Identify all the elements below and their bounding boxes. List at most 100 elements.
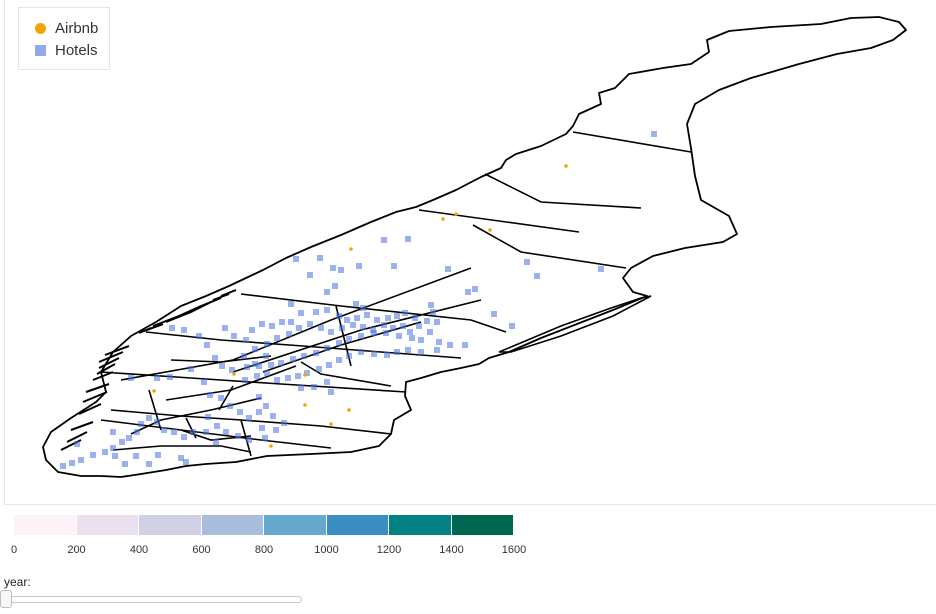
airbnb-marker[interactable] [349,247,353,251]
hotel-marker[interactable] [298,385,304,391]
hotel-marker[interactable] [244,364,250,370]
hotel-marker[interactable] [358,333,364,339]
legend-item-hotels[interactable]: Hotels [19,39,98,61]
hotel-marker[interactable] [385,315,391,321]
hotel-marker[interactable] [243,337,249,343]
hotel-marker[interactable] [353,301,359,307]
hotel-marker[interactable] [227,403,233,409]
hotel-marker[interactable] [360,324,366,330]
hotel-marker[interactable] [390,325,396,331]
airbnb-marker[interactable] [488,228,492,232]
hotel-marker[interactable] [134,429,140,435]
airbnb-marker[interactable] [269,444,273,448]
hotel-marker[interactable] [242,377,248,383]
hotel-marker[interactable] [313,350,319,356]
hotel-marker[interactable] [332,283,338,289]
hotel-marker[interactable] [524,259,530,265]
hotel-marker[interactable] [146,415,152,421]
hotel-marker[interactable] [328,329,334,335]
airbnb-marker[interactable] [441,217,445,221]
hotel-marker[interactable] [222,325,228,331]
legend-item-airbnb[interactable]: Airbnb [19,17,98,39]
hotel-marker[interactable] [259,425,265,431]
year-slider-handle[interactable] [0,590,12,608]
hotel-marker[interactable] [317,255,323,261]
hotel-marker[interactable] [405,347,411,353]
hotel-marker[interactable] [112,453,118,459]
hotel-marker[interactable] [60,463,66,469]
hotel-marker[interactable] [231,333,237,339]
hotel-marker[interactable] [256,409,262,415]
hotel-marker[interactable] [205,414,211,420]
hotel-marker[interactable] [262,435,268,441]
hotel-marker[interactable] [383,330,389,336]
hotel-marker[interactable] [434,347,440,353]
hotel-marker[interactable] [269,323,275,329]
hotel-marker[interactable] [138,421,144,427]
hotel-marker[interactable] [268,362,274,368]
hotel-marker[interactable] [181,434,187,440]
hotel-marker[interactable] [313,309,319,315]
airbnb-marker[interactable] [347,408,351,412]
hotel-marker[interactable] [237,409,243,415]
hotel-marker[interactable] [154,375,160,381]
hotel-marker[interactable] [336,313,342,319]
hotel-marker[interactable] [293,256,299,262]
airbnb-marker[interactable] [232,372,236,376]
hotel-marker[interactable] [428,302,434,308]
hotel-marker[interactable] [394,349,400,355]
hotel-marker[interactable] [384,352,390,358]
hotel-marker[interactable] [201,379,207,385]
hotel-marker[interactable] [263,403,269,409]
hotel-marker[interactable] [381,237,387,243]
hotel-marker[interactable] [235,433,241,439]
hotel-marker[interactable] [246,415,252,421]
hotel-marker[interactable] [405,236,411,242]
hotel-marker[interactable] [307,272,313,278]
hotel-marker[interactable] [128,375,134,381]
hotel-marker[interactable] [324,307,330,313]
hotel-marker[interactable] [447,342,453,348]
hotel-marker[interactable] [122,461,128,467]
hotel-marker[interactable] [274,377,280,383]
hotel-marker[interactable] [409,335,415,341]
hotel-marker[interactable] [218,395,224,401]
hotel-marker[interactable] [133,453,139,459]
hotel-marker[interactable] [402,310,408,316]
map-legend[interactable]: Airbnb Hotels [18,7,110,70]
hotel-marker[interactable] [161,427,167,433]
hotel-marker[interactable] [167,374,173,380]
hotel-marker[interactable] [110,445,116,451]
hotel-marker[interactable] [119,439,125,445]
hotel-marker[interactable] [445,266,451,272]
hotel-marker[interactable] [358,349,364,355]
hotel-marker[interactable] [374,317,380,323]
hotel-marker[interactable] [336,340,342,346]
hotel-marker[interactable] [246,437,252,443]
hotel-marker[interactable] [196,333,202,339]
hotel-marker[interactable] [534,273,540,279]
hotel-marker[interactable] [263,353,269,359]
hotel-marker[interactable] [316,366,322,372]
hotel-marker[interactable] [278,360,284,366]
hotel-marker[interactable] [324,345,330,351]
hotel-marker[interactable] [254,373,260,379]
hotel-marker[interactable] [288,319,294,325]
hotel-marker[interactable] [407,329,413,335]
hotel-marker[interactable] [290,356,296,362]
hotel-marker[interactable] [338,267,344,273]
hotel-marker[interactable] [416,323,422,329]
hotel-marker[interactable] [110,429,116,435]
map-panel[interactable]: Airbnb Hotels [4,0,936,505]
hotel-marker[interactable] [207,392,213,398]
hotel-marker[interactable] [223,429,229,435]
hotel-marker[interactable] [288,301,294,307]
hotel-marker[interactable] [252,346,258,352]
hotel-marker[interactable] [427,329,433,335]
hotel-marker[interactable] [391,263,397,269]
hotel-marker[interactable] [598,266,604,272]
hotel-marker[interactable] [69,460,75,466]
hotel-marker[interactable] [364,312,370,318]
hotel-marker[interactable] [344,317,350,323]
hotel-marker[interactable] [462,342,468,348]
